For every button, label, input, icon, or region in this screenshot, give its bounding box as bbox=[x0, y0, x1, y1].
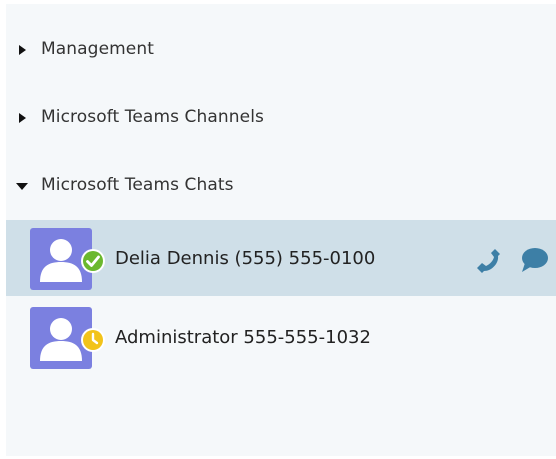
contact-name: Administrator 555-555-1032 bbox=[115, 327, 371, 348]
contact-name: Delia Dennis (555) 555-0100 bbox=[115, 248, 376, 269]
caret-down-icon bbox=[16, 183, 28, 190]
group-label: Microsoft Teams Chats bbox=[41, 175, 234, 195]
group-label: Management bbox=[41, 39, 154, 59]
contact-row-delia-dennis[interactable]: Delia Dennis (555) 555-0100 bbox=[6, 220, 556, 296]
group-label: Microsoft Teams Channels bbox=[41, 107, 265, 127]
caret-right-icon bbox=[19, 113, 26, 123]
phone-icon[interactable] bbox=[472, 244, 504, 276]
contacts-panel: Management Microsoft Teams Channels Micr… bbox=[6, 4, 556, 456]
away-status-icon bbox=[81, 328, 105, 352]
available-status-icon bbox=[81, 249, 105, 273]
chat-icon[interactable] bbox=[518, 244, 550, 276]
caret-right-icon bbox=[19, 45, 26, 55]
contact-row-administrator[interactable]: Administrator 555-555-1032 bbox=[6, 299, 556, 375]
